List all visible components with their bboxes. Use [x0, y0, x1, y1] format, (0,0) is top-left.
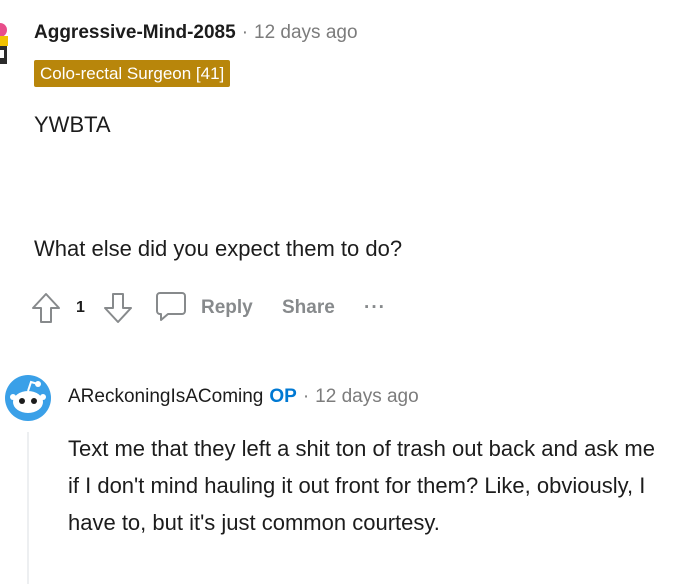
- timestamp[interactable]: 12 days ago: [315, 386, 419, 407]
- speech-bubble-icon: [154, 289, 188, 328]
- username[interactable]: AReckoningIsAComing: [68, 386, 263, 407]
- reply-label: Reply: [201, 297, 253, 318]
- comment-body-line: YWBTA: [34, 112, 111, 137]
- separator: ·: [302, 386, 310, 407]
- comment-meta: Aggressive-Mind-2085 · 12 days ago: [34, 22, 358, 44]
- reply-button[interactable]: Reply: [154, 290, 253, 326]
- avatar[interactable]: [0, 14, 18, 78]
- share-label: Share: [282, 297, 335, 318]
- op-badge: OP: [269, 386, 297, 407]
- username[interactable]: Aggressive-Mind-2085: [34, 22, 236, 43]
- more-options-button[interactable]: ···: [364, 290, 386, 326]
- downvote-arrow-icon[interactable]: [102, 290, 134, 326]
- thread-line[interactable]: [27, 432, 29, 584]
- more-icon: ···: [364, 297, 386, 318]
- separator: ·: [241, 22, 249, 43]
- timestamp[interactable]: 12 days ago: [254, 22, 358, 43]
- comment-actions: 1 Reply Share ···: [30, 290, 410, 326]
- avatar[interactable]: [4, 374, 52, 422]
- comment-body: Text me that they left a shit ton of tra…: [68, 436, 655, 535]
- comment-body-line: What else did you expect them to do?: [34, 236, 403, 261]
- vote-count: 1: [76, 299, 85, 316]
- comment-meta: AReckoningIsAComing OP · 12 days ago: [68, 386, 419, 408]
- user-flair: Colo-rectal Surgeon [41]: [34, 60, 231, 87]
- upvote-arrow-icon[interactable]: [30, 290, 62, 326]
- share-button[interactable]: Share: [282, 290, 335, 326]
